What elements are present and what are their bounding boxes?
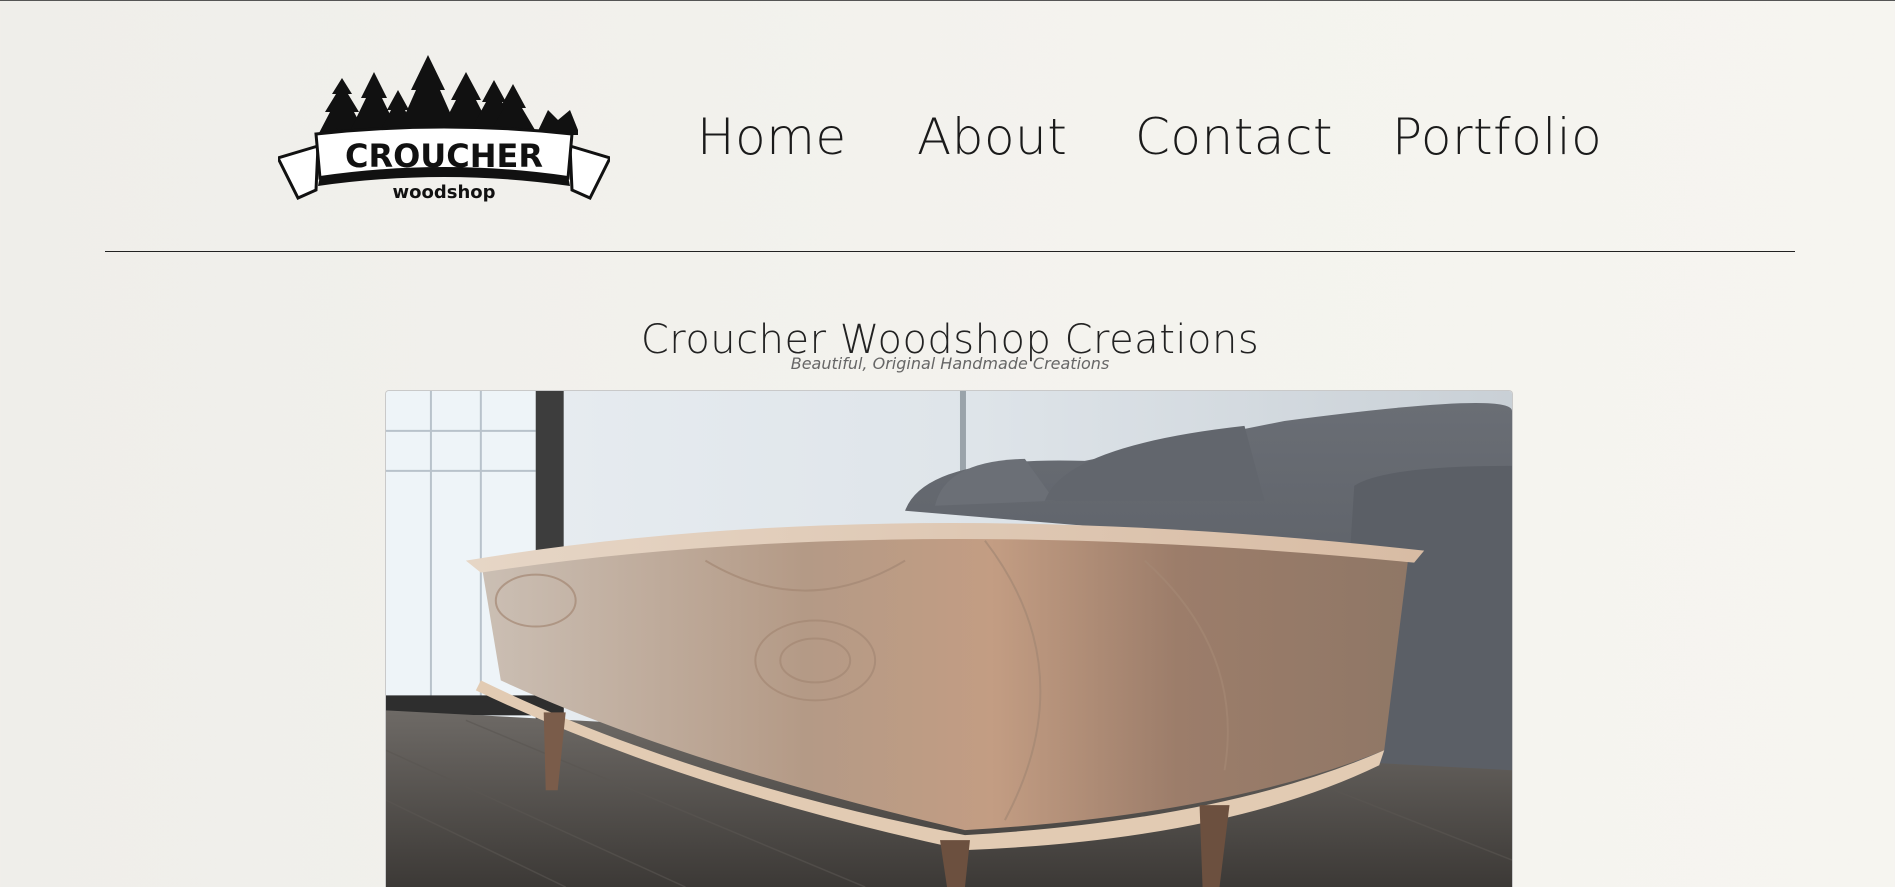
page-tagline: Beautiful, Original Handmade Creations xyxy=(790,354,1110,373)
logo[interactable]: CROUCHER woodshop xyxy=(278,50,610,215)
logo-sub: woodshop xyxy=(392,182,495,203)
site-header: CROUCHER woodshop Home About Contact Por… xyxy=(0,0,1895,250)
hero-image xyxy=(385,390,1513,887)
nav-portfolio[interactable]: Portfolio xyxy=(1392,100,1602,175)
logo-name: CROUCHER xyxy=(345,137,543,175)
nav-home[interactable]: Home xyxy=(697,100,847,175)
nav-contact[interactable]: Contact xyxy=(1135,100,1333,175)
nav-about[interactable]: About xyxy=(917,100,1067,175)
header-divider xyxy=(105,251,1795,252)
